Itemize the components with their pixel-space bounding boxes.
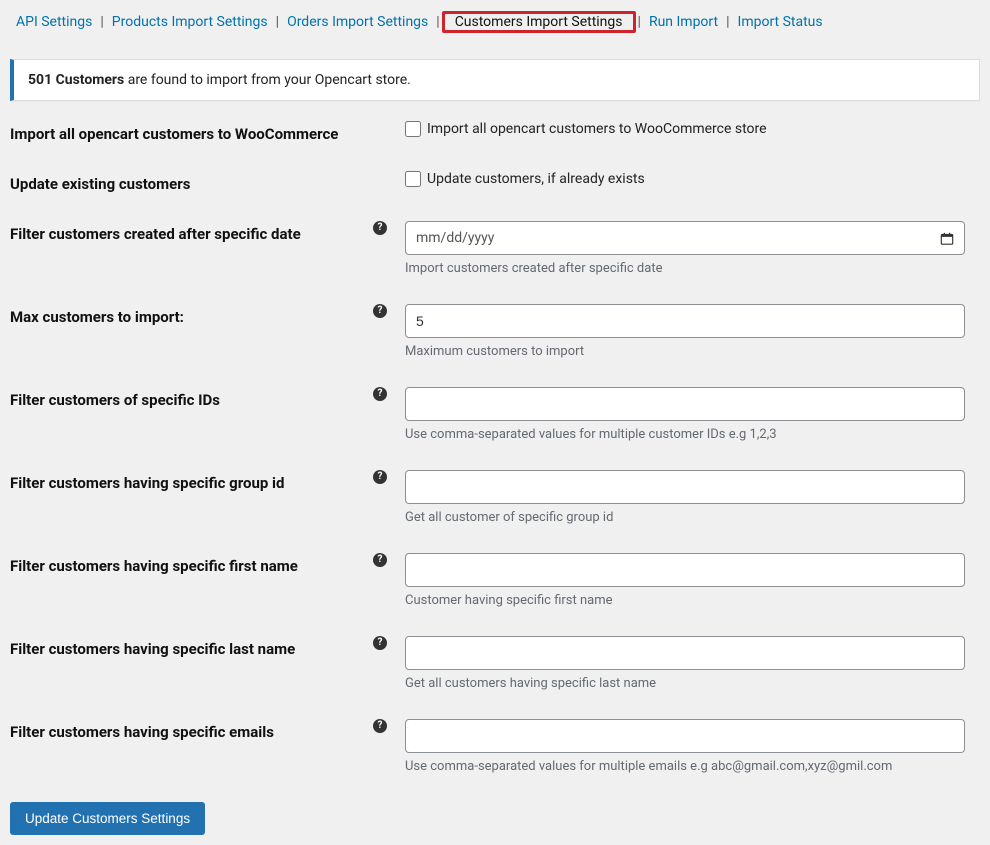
tab-api-settings[interactable]: API Settings <box>10 10 98 34</box>
help-icon[interactable]: ? <box>373 221 387 235</box>
tab-import-status[interactable]: Import Status <box>732 10 829 34</box>
helper-specific-ids: Use comma-separated values for multiple … <box>405 427 980 442</box>
checkbox-label-import-all: Import all opencart customers to WooComm… <box>427 121 767 137</box>
helper-group-id: Get all customer of specific group id <box>405 510 980 525</box>
row-max-customers: Max customers to import: ? Maximum custo… <box>10 304 980 359</box>
helper-max-customers: Maximum customers to import <box>405 344 980 359</box>
label-update-existing: Update existing customers <box>10 175 190 193</box>
tab-separator: | <box>726 14 729 30</box>
checkbox-wrap-import-all[interactable]: Import all opencart customers to WooComm… <box>405 121 980 137</box>
helper-last-name: Get all customers having specific last n… <box>405 676 980 691</box>
checkbox-wrap-update-existing[interactable]: Update customers, if already exists <box>405 171 980 187</box>
label-emails: Filter customers having specific emails <box>10 723 274 741</box>
label-specific-ids: Filter customers of specific IDs <box>10 391 220 409</box>
tab-run-import[interactable]: Run Import <box>643 10 724 34</box>
label-group-id: Filter customers having specific group i… <box>10 474 284 492</box>
label-max-customers: Max customers to import: <box>10 308 184 326</box>
tab-orders-import[interactable]: Orders Import Settings <box>281 10 434 34</box>
label-import-all: Import all opencart customers to WooComm… <box>10 125 338 143</box>
checkbox-update-existing[interactable] <box>405 171 421 187</box>
help-icon[interactable]: ? <box>373 470 387 484</box>
row-first-name: Filter customers having specific first n… <box>10 553 980 608</box>
input-first-name[interactable] <box>405 553 965 587</box>
row-group-id: Filter customers having specific group i… <box>10 470 980 525</box>
notice-count: 501 Customers <box>28 72 124 88</box>
row-emails: Filter customers having specific emails … <box>10 719 980 774</box>
date-placeholder: mm/dd/yyyy <box>416 230 494 246</box>
input-after-date[interactable]: mm/dd/yyyy <box>405 221 965 255</box>
row-import-all: Import all opencart customers to WooComm… <box>10 121 980 143</box>
label-after-date: Filter customers created after specific … <box>10 225 301 243</box>
row-last-name: Filter customers having specific last na… <box>10 636 980 691</box>
input-max-customers[interactable] <box>405 304 965 338</box>
tab-separator: | <box>276 14 279 30</box>
tab-separator: | <box>436 14 439 30</box>
helper-after-date: Import customers created after specific … <box>405 261 980 276</box>
tab-separator: | <box>100 14 103 30</box>
tab-active-highlight: Customers Import Settings <box>442 11 636 33</box>
customers-found-notice: 501 Customers are found to import from y… <box>10 59 980 101</box>
tab-separator: | <box>638 14 641 30</box>
input-group-id[interactable] <box>405 470 965 504</box>
help-icon[interactable]: ? <box>373 719 387 733</box>
checkbox-label-update-existing: Update customers, if already exists <box>427 171 645 187</box>
row-specific-ids: Filter customers of specific IDs ? Use c… <box>10 387 980 442</box>
tab-products-import[interactable]: Products Import Settings <box>106 10 274 34</box>
update-customers-settings-button[interactable]: Update Customers Settings <box>10 802 205 835</box>
calendar-icon[interactable] <box>940 232 954 245</box>
label-last-name: Filter customers having specific last na… <box>10 640 295 658</box>
help-icon[interactable]: ? <box>373 636 387 650</box>
help-icon[interactable]: ? <box>373 387 387 401</box>
row-update-existing: Update existing customers Update custome… <box>10 171 980 193</box>
help-icon[interactable]: ? <box>373 304 387 318</box>
input-emails[interactable] <box>405 719 965 753</box>
help-icon[interactable]: ? <box>373 553 387 567</box>
label-first-name: Filter customers having specific first n… <box>10 557 298 575</box>
tab-customers-import[interactable]: Customers Import Settings <box>445 6 633 38</box>
input-last-name[interactable] <box>405 636 965 670</box>
settings-tabs: API Settings | Products Import Settings … <box>10 10 980 34</box>
row-after-date: Filter customers created after specific … <box>10 221 980 276</box>
checkbox-import-all[interactable] <box>405 121 421 137</box>
input-specific-ids[interactable] <box>405 387 965 421</box>
helper-emails: Use comma-separated values for multiple … <box>405 759 980 774</box>
helper-first-name: Customer having specific first name <box>405 593 980 608</box>
notice-text: are found to import from your Opencart s… <box>124 72 411 88</box>
